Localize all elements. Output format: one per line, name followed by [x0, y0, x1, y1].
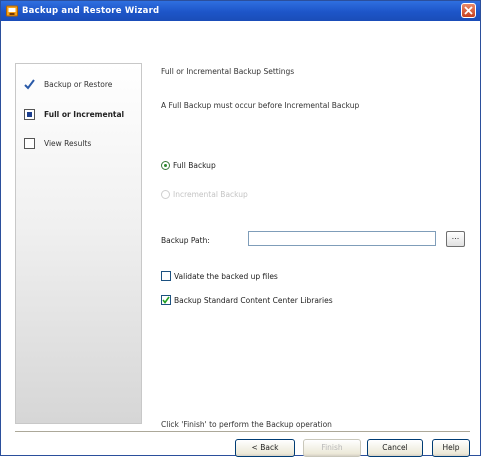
page-title: Full or Incremental Backup Settings: [161, 67, 295, 76]
step-label: Backup or Restore: [44, 79, 113, 89]
backup-path-input[interactable]: [248, 231, 436, 246]
backup-path-label: Backup Path:: [161, 236, 210, 245]
incremental-backup-radio: [161, 190, 170, 199]
footer-divider: [15, 431, 470, 433]
empty-step-icon: [24, 137, 35, 149]
title-bar[interactable]: Backup and Restore Wizard: [1, 1, 480, 21]
step-view-results: View Results: [24, 137, 91, 149]
instruction-text: Click 'Finish' to perform the Backup ope…: [161, 420, 332, 429]
full-backup-label: Full Backup: [173, 161, 216, 170]
incremental-backup-option: Incremental Backup: [161, 190, 248, 199]
standard-libraries-option[interactable]: Backup Standard Content Center Libraries: [161, 295, 333, 305]
checkmark-icon: [24, 78, 35, 90]
step-label: Full or Incremental: [44, 109, 125, 119]
standard-libraries-label: Backup Standard Content Center Libraries: [174, 295, 333, 305]
client-area: Backup or Restore Full or Incremental Vi…: [1, 21, 480, 457]
window-title: Backup and Restore Wizard: [22, 6, 160, 16]
checkmark-icon: [162, 296, 170, 304]
validate-option[interactable]: Validate the backed up files: [161, 271, 278, 281]
validate-checkbox[interactable]: [161, 271, 171, 281]
settings-panel: Full or Incremental Backup Settings A Fu…: [161, 63, 471, 429]
browse-button[interactable]: ...: [446, 231, 465, 247]
incremental-backup-label: Incremental Backup: [173, 190, 248, 199]
app-icon: [6, 5, 18, 17]
standard-libraries-checkbox[interactable]: [161, 295, 171, 305]
help-button[interactable]: Help: [432, 439, 470, 457]
full-backup-option[interactable]: Full Backup: [161, 161, 216, 170]
close-button[interactable]: [461, 3, 476, 18]
close-icon: [464, 6, 473, 15]
cancel-button[interactable]: Cancel: [367, 439, 423, 457]
finish-button: Finish: [303, 439, 361, 457]
wizard-window: Backup and Restore Wizard Backup or Rest…: [0, 0, 481, 457]
back-button[interactable]: < Back: [235, 439, 295, 457]
steps-sidebar: Backup or Restore Full or Incremental Vi…: [15, 63, 142, 424]
backup-note: A Full Backup must occur before Incremen…: [161, 101, 360, 110]
validate-label: Validate the backed up files: [174, 271, 278, 281]
step-full-or-incremental: Full or Incremental: [24, 108, 124, 120]
step-backup-or-restore: Backup or Restore: [24, 78, 112, 90]
full-backup-radio[interactable]: [161, 161, 170, 170]
current-step-icon: [24, 108, 35, 120]
step-label: View Results: [44, 138, 92, 148]
